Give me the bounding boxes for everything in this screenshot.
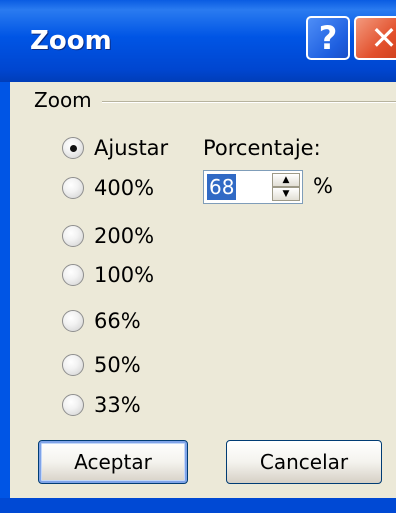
ok-button[interactable]: Aceptar <box>38 440 188 484</box>
window-title: Zoom <box>30 26 112 56</box>
radio-ajustar[interactable]: Ajustar <box>62 133 168 163</box>
radio-label: 100% <box>94 263 155 287</box>
percentage-label: Porcentaje: <box>203 136 321 160</box>
spin-up-button[interactable]: ▲ <box>272 173 300 187</box>
group-divider <box>102 101 396 103</box>
radio-button-checked[interactable] <box>62 137 84 159</box>
radio-button[interactable] <box>62 310 84 332</box>
radio-label: 50% <box>94 353 141 377</box>
spin-down-button[interactable]: ▼ <box>272 187 300 201</box>
window-frame-bottom <box>0 498 396 513</box>
radio-400[interactable]: 400% <box>62 173 154 203</box>
radio-label: 400% <box>94 176 155 200</box>
radio-33[interactable]: 33% <box>62 390 141 420</box>
title-bar[interactable]: Zoom ? ✕ <box>0 0 396 82</box>
zoom-dialog: Zoom ? ✕ Zoom Ajustar 400% 200% 100% 66%… <box>0 0 396 513</box>
radio-button[interactable] <box>62 225 84 247</box>
radio-label: 200% <box>94 224 155 248</box>
arrow-down-icon: ▼ <box>282 189 290 199</box>
radio-50[interactable]: 50% <box>62 350 141 380</box>
radio-label: Ajustar <box>94 136 169 160</box>
spinner-buttons: ▲ ▼ <box>272 173 300 201</box>
window-frame-left <box>0 82 10 513</box>
percentage-input[interactable]: 68 <box>207 174 237 200</box>
close-button[interactable]: ✕ <box>354 16 396 60</box>
radio-100[interactable]: 100% <box>62 260 154 290</box>
help-button[interactable]: ? <box>306 16 350 60</box>
radio-200[interactable]: 200% <box>62 221 154 251</box>
radio-button[interactable] <box>62 264 84 286</box>
radio-label: 33% <box>94 393 141 417</box>
cancel-button[interactable]: Cancelar <box>226 440 382 484</box>
close-icon: ✕ <box>370 19 396 57</box>
zoom-group-label: Zoom <box>34 88 92 112</box>
help-icon: ? <box>318 19 338 57</box>
radio-button[interactable] <box>62 177 84 199</box>
radio-button[interactable] <box>62 354 84 376</box>
radio-button[interactable] <box>62 394 84 416</box>
percentage-unit: % <box>313 174 333 198</box>
radio-label: 66% <box>94 309 141 333</box>
arrow-up-icon: ▲ <box>282 175 290 185</box>
radio-66[interactable]: 66% <box>62 306 141 336</box>
percentage-spinner[interactable]: 68 ▲ ▼ <box>203 170 303 204</box>
